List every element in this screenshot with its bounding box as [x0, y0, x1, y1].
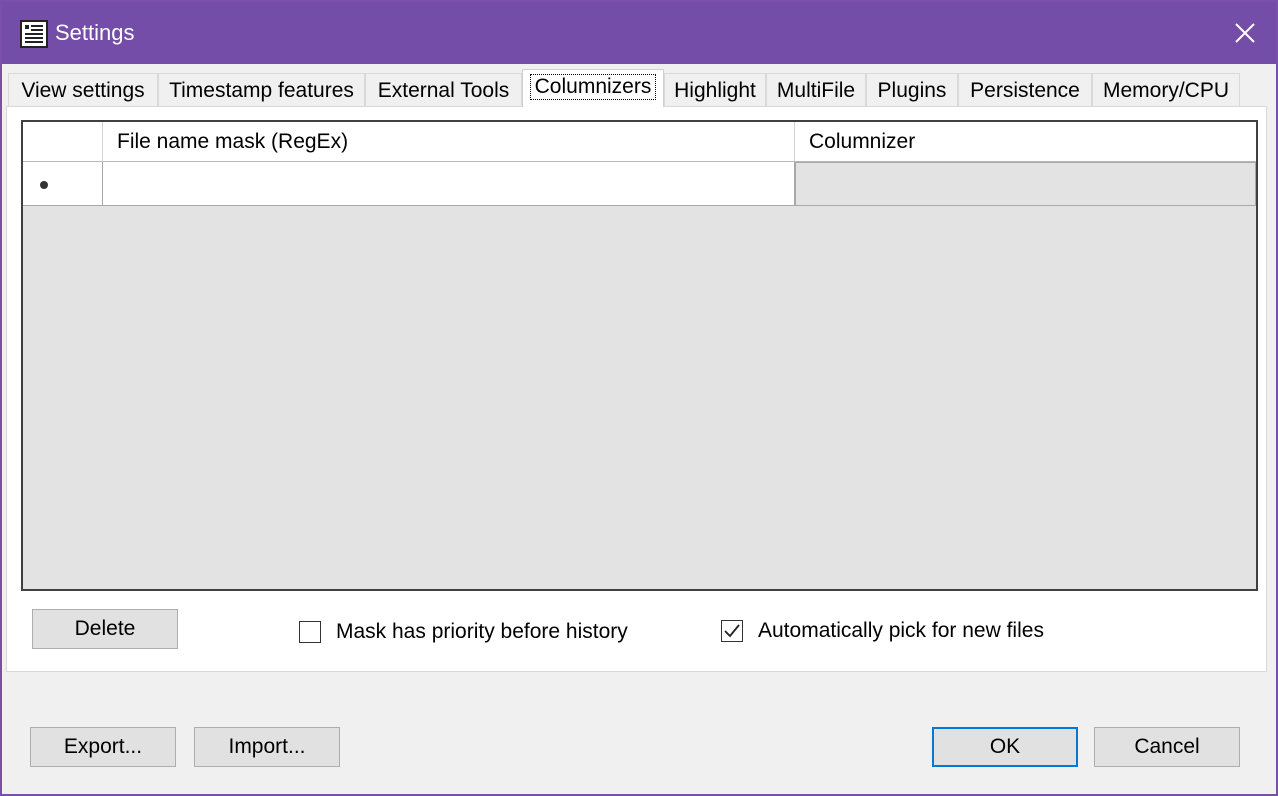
- tab-label: View settings: [21, 79, 145, 102]
- tab-timestamp-features[interactable]: Timestamp features: [158, 73, 365, 106]
- new-row-header[interactable]: [23, 162, 103, 206]
- mask-priority-checkbox[interactable]: Mask has priority before history: [299, 620, 628, 644]
- settings-window: Settings View settings Timestamp feature…: [0, 0, 1278, 796]
- tab-label: MultiFile: [776, 79, 856, 102]
- tab-label: Memory/CPU: [1102, 79, 1229, 102]
- title-bar: Settings: [2, 2, 1276, 64]
- tab-memory-cpu[interactable]: Memory/CPU: [1092, 73, 1240, 106]
- tab-label: External Tools: [377, 79, 510, 102]
- import-button[interactable]: Import...: [194, 727, 340, 767]
- tab-external-tools[interactable]: External Tools: [365, 73, 522, 106]
- columnizer-dropdown[interactable]: [795, 162, 1256, 206]
- columnizer-grid[interactable]: File name mask (RegEx) Columnizer: [21, 120, 1258, 591]
- column-header-mask[interactable]: File name mask (RegEx): [103, 122, 795, 162]
- auto-pick-label: Automatically pick for new files: [758, 619, 1044, 642]
- window-title: Settings: [55, 20, 135, 45]
- tab-columnizers[interactable]: Columnizers: [522, 69, 664, 107]
- tab-highlight[interactable]: Highlight: [664, 73, 766, 106]
- auto-pick-checkbox[interactable]: Automatically pick for new files: [721, 619, 1044, 643]
- tab-persistence[interactable]: Persistence: [958, 73, 1092, 106]
- tab-label: Timestamp features: [169, 79, 354, 102]
- column-header-columnizer[interactable]: Columnizer: [795, 122, 1256, 162]
- tab-label: Persistence: [970, 79, 1080, 102]
- checkmark-icon: [724, 624, 740, 638]
- delete-button[interactable]: Delete: [32, 609, 178, 649]
- tab-multifile[interactable]: MultiFile: [766, 73, 866, 106]
- checkbox-box[interactable]: [299, 621, 321, 643]
- tab-label: Plugins: [877, 79, 947, 102]
- row-header-column: [23, 122, 103, 162]
- tab-label: Highlight: [674, 79, 756, 102]
- cancel-button[interactable]: Cancel: [1094, 727, 1240, 767]
- columnizers-panel: File name mask (RegEx) Columnizer Delete…: [6, 106, 1267, 672]
- checkbox-box[interactable]: [721, 620, 743, 642]
- close-icon[interactable]: [1230, 18, 1260, 48]
- mask-priority-label: Mask has priority before history: [336, 620, 628, 643]
- tab-view-settings[interactable]: View settings: [8, 73, 158, 106]
- app-icon: [20, 20, 48, 48]
- tab-label: Columnizers: [529, 74, 657, 100]
- tab-plugins[interactable]: Plugins: [866, 73, 958, 106]
- export-button[interactable]: Export...: [30, 727, 176, 767]
- mask-cell[interactable]: [103, 162, 795, 206]
- new-row-icon: [40, 181, 48, 189]
- ok-button[interactable]: OK: [932, 727, 1078, 767]
